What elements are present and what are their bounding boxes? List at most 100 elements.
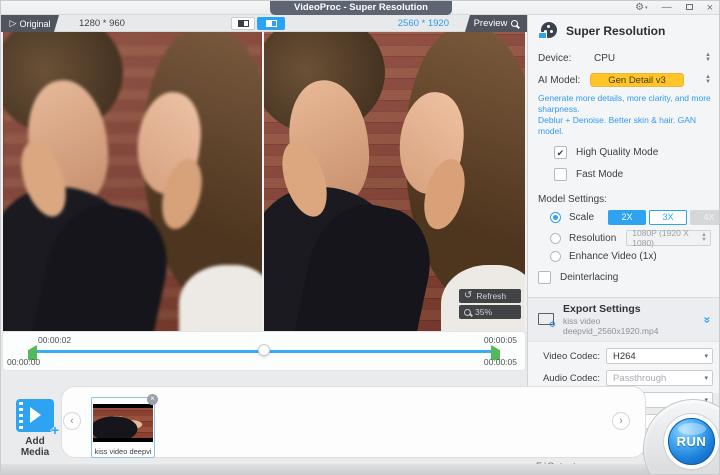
media-scroll-right-button[interactable]: › bbox=[612, 412, 630, 430]
resolution-row: Resolution 1080P (1920 X 1080) ▲ ▼ bbox=[550, 228, 711, 249]
export-settings-header[interactable]: Export Settings kiss video deepvid_2560x… bbox=[528, 297, 719, 343]
fast-mode-row: Fast Mode bbox=[554, 168, 711, 182]
original-tab-label: Original bbox=[19, 18, 51, 29]
close-icon: × bbox=[150, 394, 155, 403]
trim-end-time: 00:00:05 bbox=[483, 335, 517, 345]
scale-options: 2X 3X 4X bbox=[608, 210, 719, 226]
enhance-row: Enhance Video (1x) bbox=[550, 251, 711, 263]
enhance-label: Enhance Video (1x) bbox=[569, 251, 657, 263]
add-media-label: Add Media bbox=[20, 436, 50, 458]
scale-3x-button[interactable]: 3X bbox=[649, 210, 688, 226]
refresh-button[interactable]: ↺ Refresh bbox=[459, 289, 521, 303]
magnifier-icon bbox=[511, 20, 519, 27]
view-mode-toggles bbox=[231, 17, 285, 30]
window-controls: ⚙ ▾ — × bbox=[635, 1, 713, 15]
panel-header: Super Resolution bbox=[528, 15, 719, 45]
thumbnail-label: kiss video deepvi bbox=[94, 447, 152, 456]
ai-model-value[interactable]: Gen Detail v3 bbox=[590, 73, 684, 87]
dropdown-arrow-icon: ▾ bbox=[704, 353, 708, 361]
scale-row: Scale 2X 3X 4X bbox=[550, 210, 719, 226]
settings-menu-button[interactable]: ⚙ ▾ bbox=[635, 1, 647, 15]
deinterlacing-row: Deinterlacing bbox=[538, 271, 711, 285]
plus-icon: + bbox=[50, 422, 59, 438]
export-settings-icon bbox=[538, 312, 556, 329]
ai-model-dropdown[interactable]: ▲ ▼ bbox=[705, 74, 711, 85]
resolution-radio[interactable] bbox=[550, 232, 561, 244]
video-codec-select[interactable]: H264 ▾ bbox=[606, 348, 713, 365]
expand-chevron-icon[interactable]: » bbox=[701, 316, 715, 323]
run-button[interactable]: RUN bbox=[668, 418, 715, 465]
maximize-button[interactable] bbox=[685, 1, 693, 15]
thumbnail-image bbox=[93, 404, 153, 442]
gear-icon: ⚙ bbox=[635, 2, 645, 13]
close-button[interactable]: × bbox=[707, 1, 713, 15]
zoom-magnifier-icon bbox=[464, 308, 471, 316]
zoom-level-value: 35% bbox=[475, 307, 493, 317]
clip-end-time: 00:00:05 bbox=[483, 357, 517, 367]
resolution-value: 1080P (1920 X 1080) bbox=[632, 228, 689, 249]
model-settings-label: Model Settings: bbox=[538, 194, 607, 206]
split-view-icon bbox=[265, 20, 277, 27]
output-resolution: 2560 * 1920 bbox=[397, 18, 449, 29]
split-view-button[interactable] bbox=[257, 17, 285, 30]
settings-sidebar: Super Resolution Device: CPU ▲ ▼ AI Model… bbox=[527, 15, 719, 472]
audio-codec-label: Audio Codec: bbox=[542, 372, 600, 384]
spin-down-icon: ▼ bbox=[705, 79, 711, 85]
app-window: VideoProc - Super Resolution ⚙ ▾ — × ▷ Or… bbox=[0, 0, 720, 475]
resolution-dropdown[interactable]: 1080P (1920 X 1080) ▲ ▼ bbox=[626, 228, 711, 249]
window-title: VideoProc - Super Resolution bbox=[270, 1, 452, 15]
single-view-button[interactable] bbox=[231, 17, 255, 30]
enhanced-preview-pane: ↺ Refresh 35% bbox=[264, 32, 525, 331]
film-reel-icon bbox=[538, 22, 558, 39]
enhanced-preview-image bbox=[264, 32, 525, 331]
source-resolution: 1280 * 960 bbox=[79, 18, 125, 29]
enhance-radio[interactable] bbox=[550, 251, 561, 263]
device-dropdown[interactable]: ▲ ▼ bbox=[705, 52, 711, 63]
deinterlacing-checkbox[interactable] bbox=[538, 271, 551, 285]
fast-mode-checkbox[interactable] bbox=[554, 168, 567, 182]
preview-button[interactable]: Preview bbox=[465, 15, 527, 32]
device-label: Device: bbox=[538, 52, 572, 64]
video-codec-label: Video Codec: bbox=[543, 350, 600, 362]
ai-model-label: AI Model: bbox=[538, 74, 581, 86]
model-description-line2: Deblur + Denoise. Better skin & hair. GA… bbox=[538, 115, 697, 137]
media-scroll-left-button[interactable]: ‹ bbox=[63, 412, 81, 430]
model-description-line1: Generate more details, more clarity, and… bbox=[538, 93, 711, 115]
resolution-spinner-icon: ▲ ▼ bbox=[701, 232, 707, 244]
dropdown-arrow-icon: ▾ bbox=[704, 375, 708, 383]
scale-label: Scale bbox=[569, 212, 595, 224]
scale-radio[interactable] bbox=[550, 212, 561, 224]
original-tab[interactable]: ▷ Original bbox=[1, 15, 59, 32]
refresh-icon: ↺ bbox=[464, 290, 473, 301]
close-icon: × bbox=[706, 2, 713, 14]
zoom-level-button[interactable]: 35% bbox=[459, 305, 521, 319]
add-media-icon: + bbox=[16, 399, 59, 438]
resolution-label: Resolution bbox=[569, 232, 617, 244]
device-value: CPU bbox=[594, 52, 616, 64]
minimize-button[interactable]: — bbox=[662, 1, 672, 15]
audio-codec-select[interactable]: Passthrough ▾ bbox=[606, 370, 713, 387]
scale-4x-button[interactable]: 4X bbox=[690, 210, 719, 226]
maximize-icon bbox=[685, 4, 693, 10]
timeline-panel: 00:00:02 00:00:05 00:00:00 00:00:05 bbox=[2, 331, 526, 371]
add-media-button[interactable]: + Add Media bbox=[13, 399, 59, 458]
preview-button-label: Preview bbox=[473, 18, 508, 29]
minimize-icon: — bbox=[661, 2, 672, 13]
high-quality-checkbox[interactable]: ✔ bbox=[554, 146, 567, 160]
device-row: Device: CPU ▲ ▼ bbox=[538, 49, 711, 67]
audio-codec-value: Passthrough bbox=[613, 372, 667, 384]
playhead-handle[interactable] bbox=[258, 344, 270, 356]
preview-overlay-controls: ↺ Refresh 35% bbox=[459, 289, 521, 319]
media-thumbnail[interactable]: kiss video deepvi × bbox=[91, 394, 158, 458]
video-codec-value: H264 bbox=[613, 350, 636, 362]
model-description: Generate more details, more clarity, and… bbox=[538, 93, 711, 137]
original-preview-pane bbox=[3, 32, 262, 331]
trim-start-time: 00:00:02 bbox=[38, 335, 72, 345]
audio-codec-row: Audio Codec: Passthrough ▾ bbox=[536, 370, 713, 387]
check-icon: ✔ bbox=[556, 148, 565, 159]
high-quality-row: ✔ High Quality Mode bbox=[554, 146, 711, 160]
thumbnail-close-button[interactable]: × bbox=[147, 394, 158, 405]
high-quality-label: High Quality Mode bbox=[576, 147, 659, 159]
scale-2x-button[interactable]: 2X bbox=[608, 210, 647, 226]
clip-start-time: 00:00:00 bbox=[7, 357, 41, 367]
